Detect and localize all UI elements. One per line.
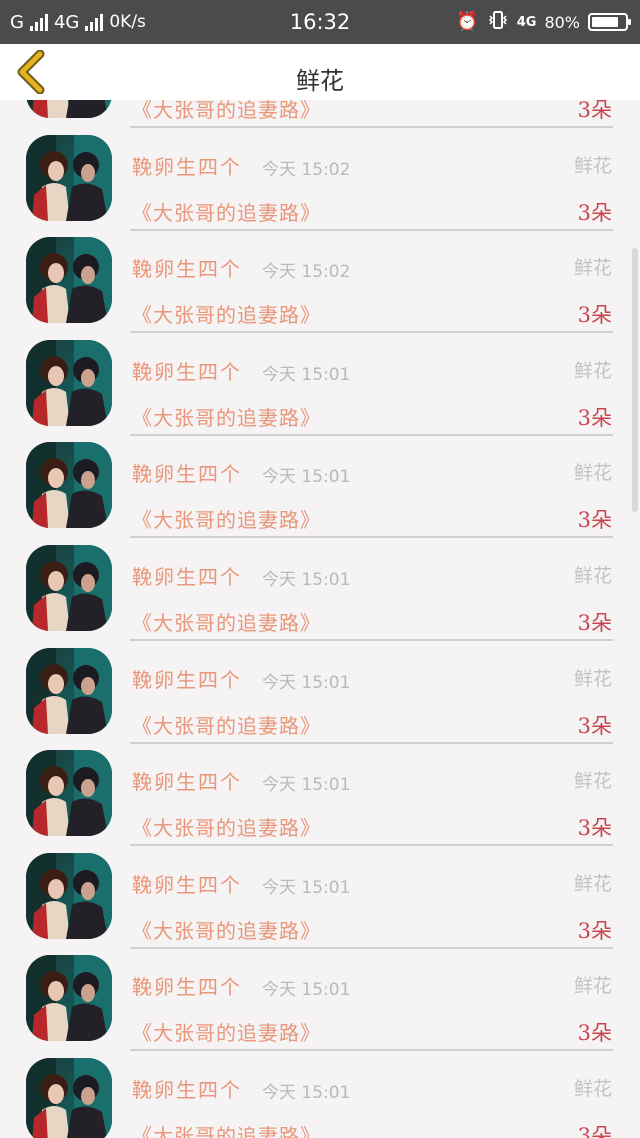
gift-type: 鲜花 (573, 564, 612, 587)
gift-type: 鲜花 (573, 667, 612, 690)
sender-name: 鞔卵生四个 (132, 564, 242, 589)
list-item[interactable]: 鞔卵生四个 今天 15:02 鲜花 《大张哥的追妻路》 3朵 (0, 217, 640, 334)
page-title: 鲜花 (296, 67, 344, 95)
gift-type: 鲜花 (573, 154, 612, 177)
avatar (26, 339, 112, 426)
status-right: ⏰ 4G 80% (456, 8, 631, 36)
avatar (26, 1057, 112, 1138)
list-item[interactable]: 鞔卵生四个 今天 15:02 鲜花 《大张哥的追妻路》 3朵 (0, 100, 640, 128)
avatar (26, 442, 112, 529)
timestamp: 今天 15:01 (262, 775, 351, 796)
sender-name: 鞔卵生四个 (132, 154, 242, 179)
sender-name: 鞔卵生四个 (132, 462, 242, 487)
battery-icon (588, 13, 631, 31)
list-item[interactable]: 鞔卵生四个 今天 15:01 鲜花 《大张哥的追妻路》 3朵 (0, 422, 640, 539)
list-item[interactable]: 鞔卵生四个 今天 15:01 鲜花 《大张哥的追妻路》 3朵 (0, 1038, 640, 1138)
gift-type: 鲜花 (573, 770, 612, 793)
network-right-label: 4G (516, 14, 537, 30)
sender-name: 鞔卵生四个 (132, 359, 242, 384)
list-item[interactable]: 鞔卵生四个 今天 15:01 鲜花 《大张哥的追妻路》 3朵 (0, 833, 640, 949)
avatar (26, 955, 112, 1042)
list-item[interactable]: 鞔卵生四个 今天 15:01 鲜花 《大张哥的追妻路》 3朵 (0, 320, 640, 436)
avatar (26, 647, 112, 734)
timestamp: 今天 15:01 (262, 1082, 351, 1103)
timestamp: 今天 15:01 (262, 467, 351, 488)
battery-percent: 80% (544, 12, 580, 32)
book-title: 《大张哥的追妻路》 (132, 1123, 321, 1138)
nav-bar: 鲜花 (0, 44, 640, 100)
gift-type: 鲜花 (573, 975, 612, 998)
gift-type: 鲜花 (573, 872, 612, 895)
list-item[interactable]: 鞔卵生四个 今天 15:01 鲜花 《大张哥的追妻路》 3朵 (0, 628, 640, 744)
sender-name: 鞔卵生四个 (132, 1077, 242, 1102)
gift-record-list[interactable]: 鞔卵生四个 今天 15:02 鲜花 《大张哥的追妻路》 3朵 (0, 100, 640, 1138)
gift-type: 鲜花 (573, 1077, 612, 1100)
gift-type: 鲜花 (573, 257, 612, 280)
list-item[interactable]: 鞔卵生四个 今天 15:01 鲜花 《大张哥的追妻路》 3朵 (0, 730, 640, 847)
timestamp: 今天 15:01 (262, 364, 351, 385)
sender-name: 鞔卵生四个 (132, 257, 242, 282)
timestamp: 今天 15:02 (262, 159, 351, 180)
list-item[interactable]: 鞔卵生四个 今天 15:02 鲜花 《大张哥的追妻路》 3朵 (0, 115, 640, 231)
sender-name: 鞔卵生四个 (132, 975, 242, 1000)
timestamp: 今天 15:02 (262, 262, 351, 283)
timestamp: 今天 15:01 (262, 569, 351, 590)
gift-quantity: 3朵 (577, 1123, 612, 1138)
vibrate-icon (487, 9, 509, 35)
gift-type: 鲜花 (573, 359, 612, 382)
list-item[interactable]: 鞔卵生四个 今天 15:01 鲜花 《大张哥的追妻路》 3朵 (0, 525, 640, 641)
sender-name: 鞔卵生四个 (132, 667, 242, 692)
timestamp: 今天 15:01 (262, 672, 351, 693)
status-bar: G 4G 0K/s 16:32 ⏰ 4G 80% (0, 0, 640, 44)
alarm-clock-icon: ⏰ (456, 11, 479, 32)
avatar (26, 544, 112, 631)
timestamp: 今天 15:01 (262, 980, 351, 1001)
avatar (26, 134, 112, 221)
scrollbar[interactable] (632, 248, 638, 512)
sender-name: 鞔卵生四个 (132, 872, 242, 897)
battery-fill (592, 17, 618, 27)
gift-type: 鲜花 (573, 462, 612, 485)
list-content: 鞔卵生四个 今天 15:02 鲜花 《大张哥的追妻路》 3朵 (0, 100, 640, 1138)
sender-name: 鞔卵生四个 (132, 770, 242, 795)
list-item[interactable]: 鞔卵生四个 今天 15:01 鲜花 《大张哥的追妻路》 3朵 (0, 935, 640, 1052)
avatar (26, 852, 112, 939)
avatar (26, 750, 112, 837)
timestamp: 今天 15:01 (262, 877, 351, 898)
avatar (26, 237, 112, 324)
